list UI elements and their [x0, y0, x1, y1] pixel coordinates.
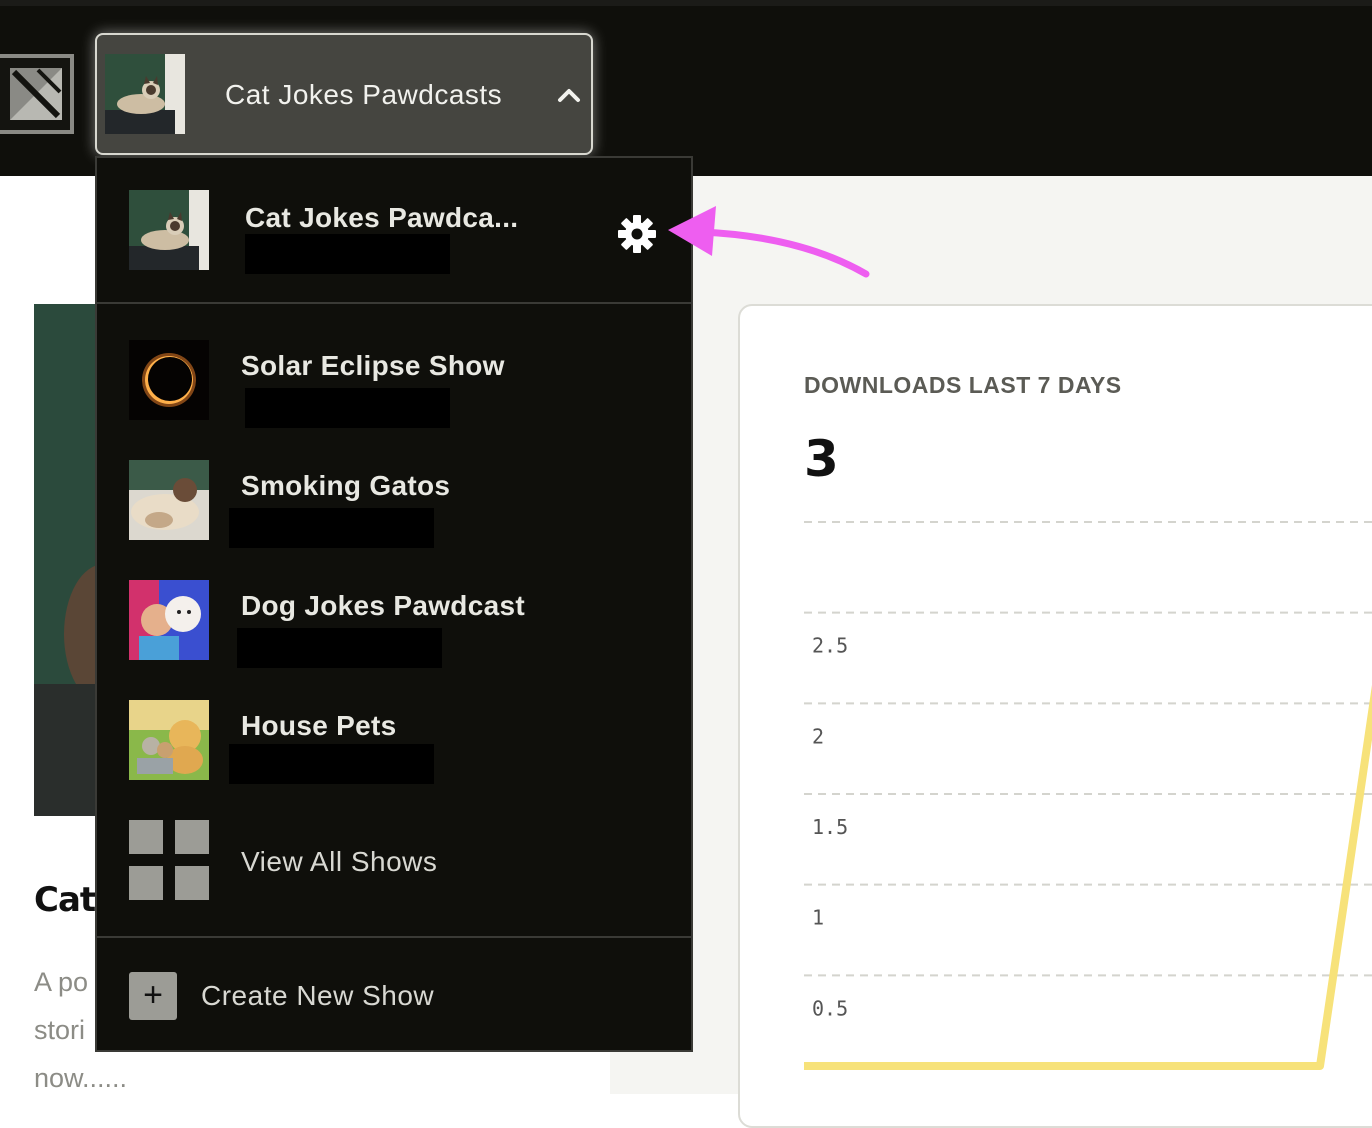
annotation-arrow-icon	[668, 206, 870, 278]
